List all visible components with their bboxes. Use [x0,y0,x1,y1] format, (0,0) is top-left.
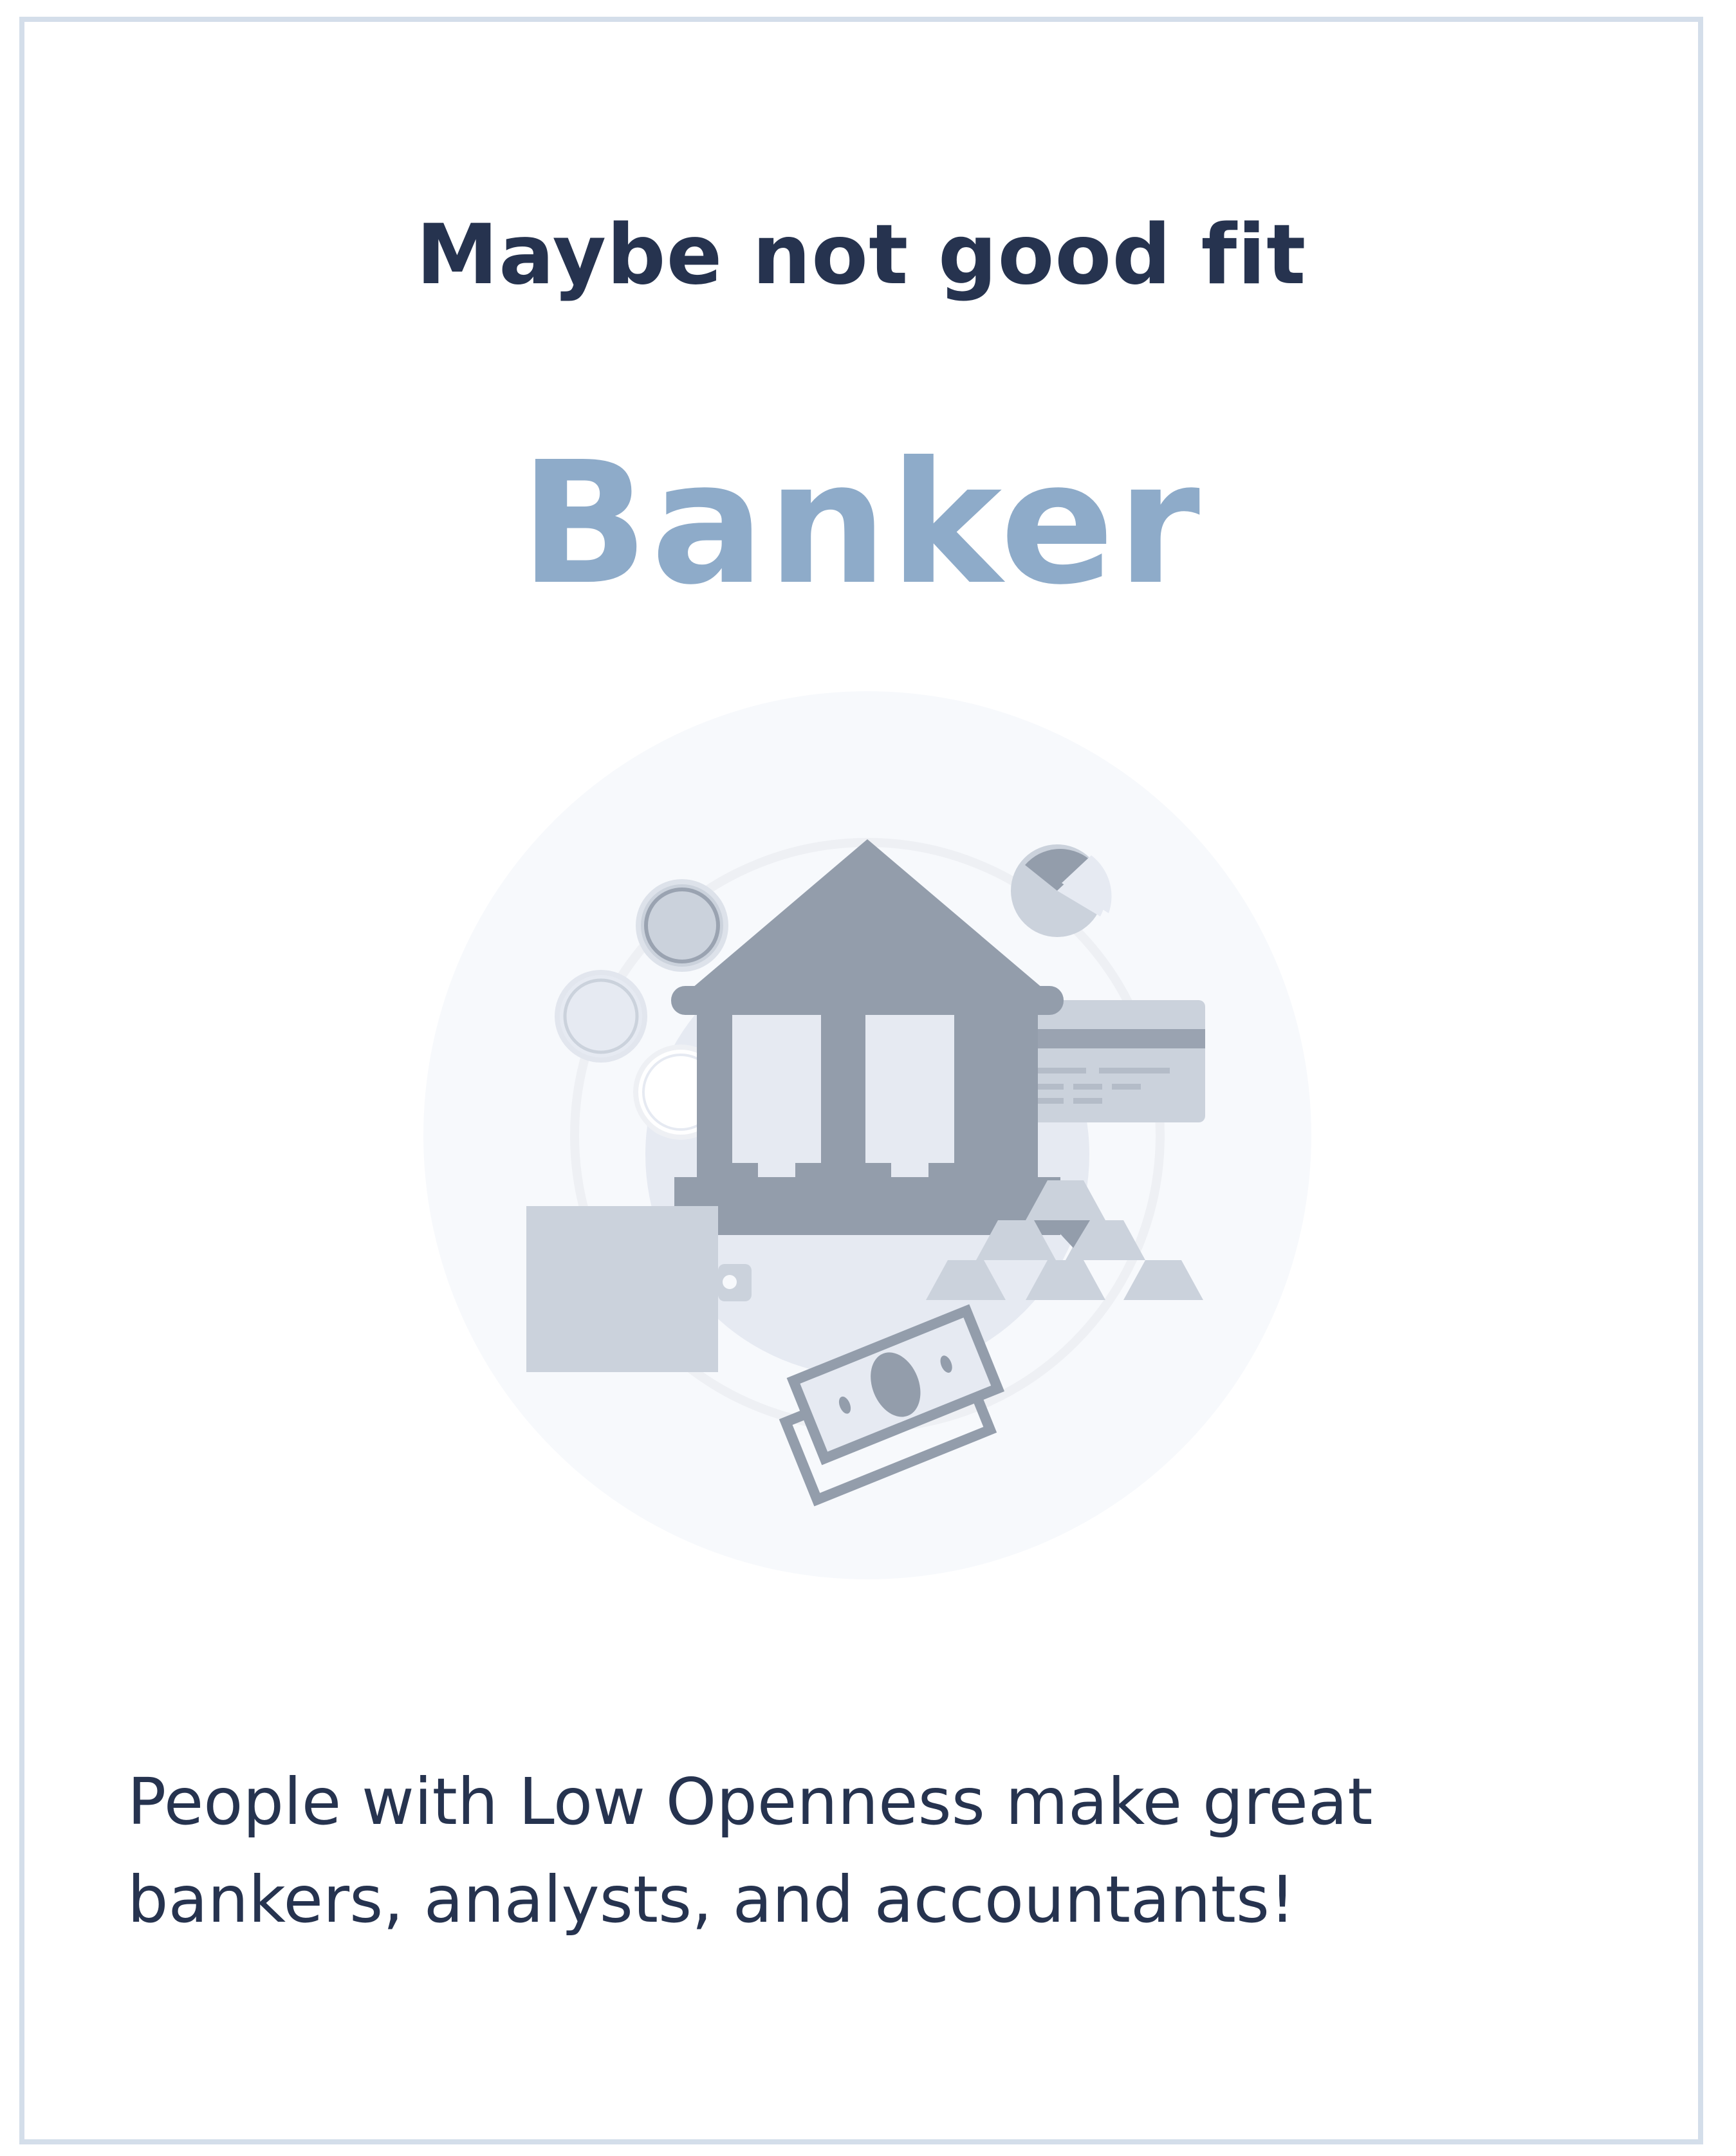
coin-icon [555,970,647,1063]
fit-subtitle: Maybe not good fit [416,207,1307,303]
bank-finance-icon [423,691,1311,1579]
credit-card-icon [1022,1000,1205,1122]
fit-description: People with Low Openness make great bank… [127,1764,1373,1937]
result-card: Maybe not good fit Banker People with Lo… [19,17,1703,2144]
wallet-icon [526,1206,752,1372]
career-title: Banker [519,425,1203,622]
coin-icon [636,879,728,972]
